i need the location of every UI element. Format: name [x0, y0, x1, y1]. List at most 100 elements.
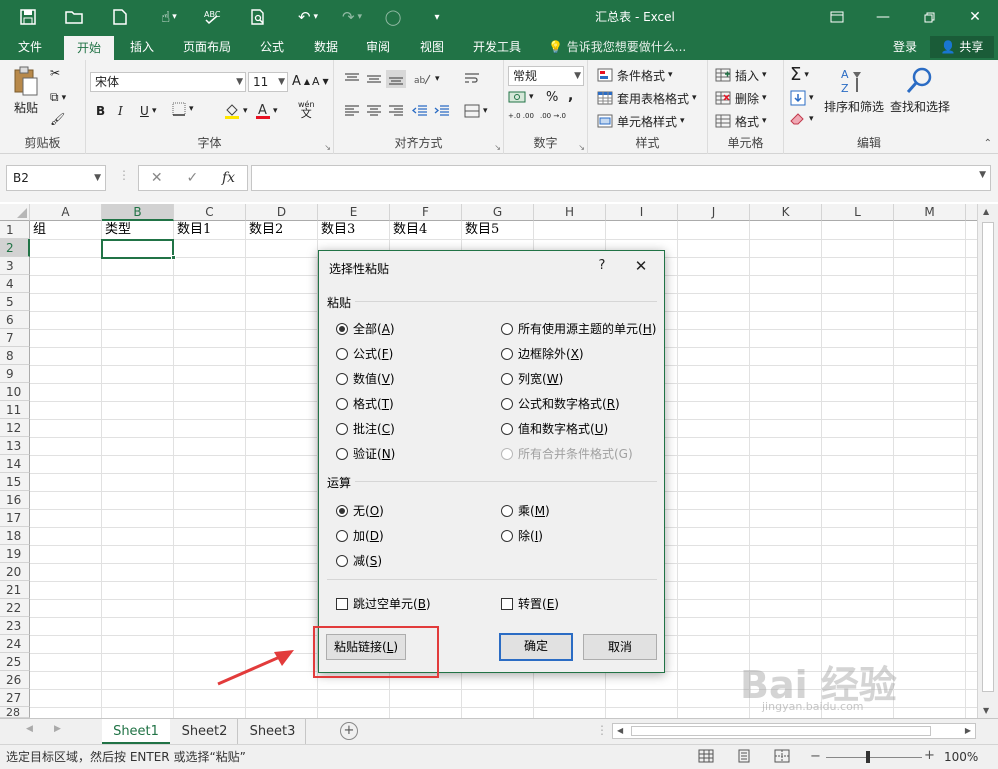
format-cells-button[interactable]: 格式 ▾ — [714, 112, 767, 130]
radio-operation-subtract[interactable]: 减(S) — [336, 552, 382, 569]
column-header-k[interactable]: K — [750, 204, 822, 221]
underline-button[interactable]: U — [140, 104, 149, 118]
next-sheet-icon[interactable]: ▶ — [54, 724, 61, 734]
radio-paste-no-borders[interactable]: 边框除外(X) — [501, 345, 584, 362]
font-color-icon[interactable]: A ▾ — [256, 102, 278, 120]
row-header[interactable]: 22 — [0, 599, 30, 617]
row-header[interactable]: 8 — [0, 347, 30, 365]
column-header-m[interactable]: M — [894, 204, 966, 221]
align-left-icon[interactable] — [344, 104, 360, 118]
wrap-text-icon[interactable] — [464, 72, 480, 86]
collapse-ribbon-icon[interactable]: ⌃ — [984, 138, 992, 149]
radio-operation-multiply[interactable]: 乘(M) — [501, 502, 550, 519]
scroll-down-icon[interactable]: ▼ — [983, 706, 989, 715]
confirm-entry-button[interactable]: ✓ — [186, 170, 198, 186]
merge-center-icon[interactable]: ▾ — [464, 104, 488, 118]
cell-f1[interactable]: 数目4 — [391, 221, 427, 239]
close-window-button[interactable]: ✕ — [952, 0, 998, 34]
radio-operation-divide[interactable]: 除(I) — [501, 527, 543, 544]
cell-b1[interactable]: 类型 — [103, 221, 131, 239]
find-select-button[interactable]: 查找和选择 — [890, 66, 950, 115]
number-format-combo[interactable]: 常规 ▼ — [508, 66, 584, 86]
row-header[interactable]: 3 — [0, 257, 30, 275]
fill-icon[interactable]: ▾ — [790, 90, 814, 106]
cancel-button[interactable]: 取消 — [583, 634, 657, 660]
expand-formula-icon[interactable]: ▼ — [979, 170, 986, 180]
row-header[interactable]: 1 — [0, 221, 30, 239]
align-middle-icon[interactable] — [366, 72, 382, 86]
row-header[interactable]: 6 — [0, 311, 30, 329]
shrink-font-icon[interactable]: A ▼ — [312, 75, 329, 88]
scroll-left-icon[interactable]: ◀ — [617, 726, 623, 735]
checkbox-transpose[interactable]: 转置(E) — [501, 595, 559, 612]
fill-handle[interactable] — [171, 255, 176, 260]
cell-c1[interactable]: 数目1 — [175, 221, 211, 239]
circle-icon[interactable]: ◯ — [382, 0, 404, 34]
phonetic-icon[interactable]: wén 文 — [298, 100, 315, 119]
column-header-c[interactable]: C — [174, 204, 246, 221]
radio-paste-formats[interactable]: 格式(T) — [336, 395, 394, 412]
add-sheet-icon[interactable]: + — [340, 722, 358, 740]
column-header-i[interactable]: I — [606, 204, 678, 221]
row-header[interactable]: 10 — [0, 383, 30, 401]
sheet-tab-sheet3[interactable]: Sheet3 — [240, 719, 306, 744]
prev-sheet-icon[interactable]: ◀ — [26, 724, 33, 734]
autosum-button[interactable]: Σ ▾ — [790, 64, 809, 85]
page-layout-view-icon[interactable] — [736, 749, 752, 766]
grow-font-icon[interactable]: A ▲ — [292, 74, 310, 89]
cell-styles-button[interactable]: 单元格样式 ▾ — [596, 112, 685, 130]
horizontal-scrollbar[interactable]: ◀ ▶ — [612, 723, 976, 739]
row-header[interactable]: 18 — [0, 527, 30, 545]
save-icon[interactable] — [14, 0, 42, 34]
name-box[interactable]: B2 ▼ — [6, 165, 106, 191]
row-header[interactable]: 5 — [0, 293, 30, 311]
row-header[interactable]: 7 — [0, 329, 30, 347]
row-header[interactable]: 14 — [0, 455, 30, 473]
radio-paste-source-theme[interactable]: 所有使用源主题的单元(H) — [501, 320, 656, 337]
radio-paste-formulas-number-formats[interactable]: 公式和数字格式(R) — [501, 395, 620, 412]
column-header-g[interactable]: G — [462, 204, 534, 221]
cell-e1[interactable]: 数目3 — [319, 221, 355, 239]
align-bottom-icon[interactable] — [386, 70, 406, 88]
number-dialog-launcher-icon[interactable]: ↘ — [578, 143, 585, 152]
formula-splitter-icon[interactable]: ⋮ — [118, 168, 130, 182]
row-header[interactable]: 15 — [0, 473, 30, 491]
row-header[interactable]: 26 — [0, 671, 30, 689]
row-header[interactable]: 4 — [0, 275, 30, 293]
clear-icon[interactable]: ▾ — [790, 112, 814, 126]
row-header[interactable]: 19 — [0, 545, 30, 563]
zoom-slider[interactable] — [826, 757, 922, 758]
orientation-icon[interactable]: ab ▾ — [414, 72, 440, 86]
tab-insert[interactable]: 插入 — [120, 34, 164, 60]
fill-color-icon[interactable]: ▾ — [224, 102, 248, 120]
login-link[interactable]: 登录 — [893, 34, 917, 60]
customize-toolbar-icon[interactable]: ▾ — [428, 0, 446, 34]
copy-icon[interactable]: ⧉ ▾ — [50, 90, 66, 105]
new-file-icon[interactable] — [108, 0, 132, 34]
zoom-slider-thumb[interactable] — [866, 751, 870, 763]
checkbox-skip-blanks[interactable]: 跳过空单元(B) — [336, 595, 431, 612]
column-header-j[interactable]: J — [678, 204, 750, 221]
delete-cells-button[interactable]: 删除 ▾ — [714, 89, 767, 107]
tab-view[interactable]: 视图 — [410, 34, 454, 60]
alignment-dialog-launcher-icon[interactable]: ↘ — [494, 143, 501, 152]
scroll-right-icon[interactable]: ▶ — [965, 726, 971, 735]
conditional-formatting-button[interactable]: 条件格式 ▾ — [596, 66, 673, 84]
page-break-view-icon[interactable] — [774, 749, 790, 766]
column-header-e[interactable]: E — [318, 204, 390, 221]
tab-developer[interactable]: 开发工具 — [466, 34, 528, 60]
row-header[interactable]: 20 — [0, 563, 30, 581]
touch-mode-icon[interactable]: ☝ ▾ — [152, 0, 186, 34]
column-header-n[interactable] — [966, 204, 977, 221]
cancel-entry-button[interactable]: ✕ — [151, 170, 163, 186]
row-header[interactable]: 12 — [0, 419, 30, 437]
ok-button[interactable]: 确定 — [499, 633, 573, 661]
tab-data[interactable]: 数据 — [304, 34, 348, 60]
row-header[interactable]: 25 — [0, 653, 30, 671]
row-header[interactable]: 17 — [0, 509, 30, 527]
column-header-l[interactable]: L — [822, 204, 894, 221]
column-header-d[interactable]: D — [246, 204, 318, 221]
row-header[interactable]: 13 — [0, 437, 30, 455]
vertical-scroll-thumb[interactable] — [982, 222, 994, 692]
radio-operation-add[interactable]: 加(D) — [336, 527, 384, 544]
